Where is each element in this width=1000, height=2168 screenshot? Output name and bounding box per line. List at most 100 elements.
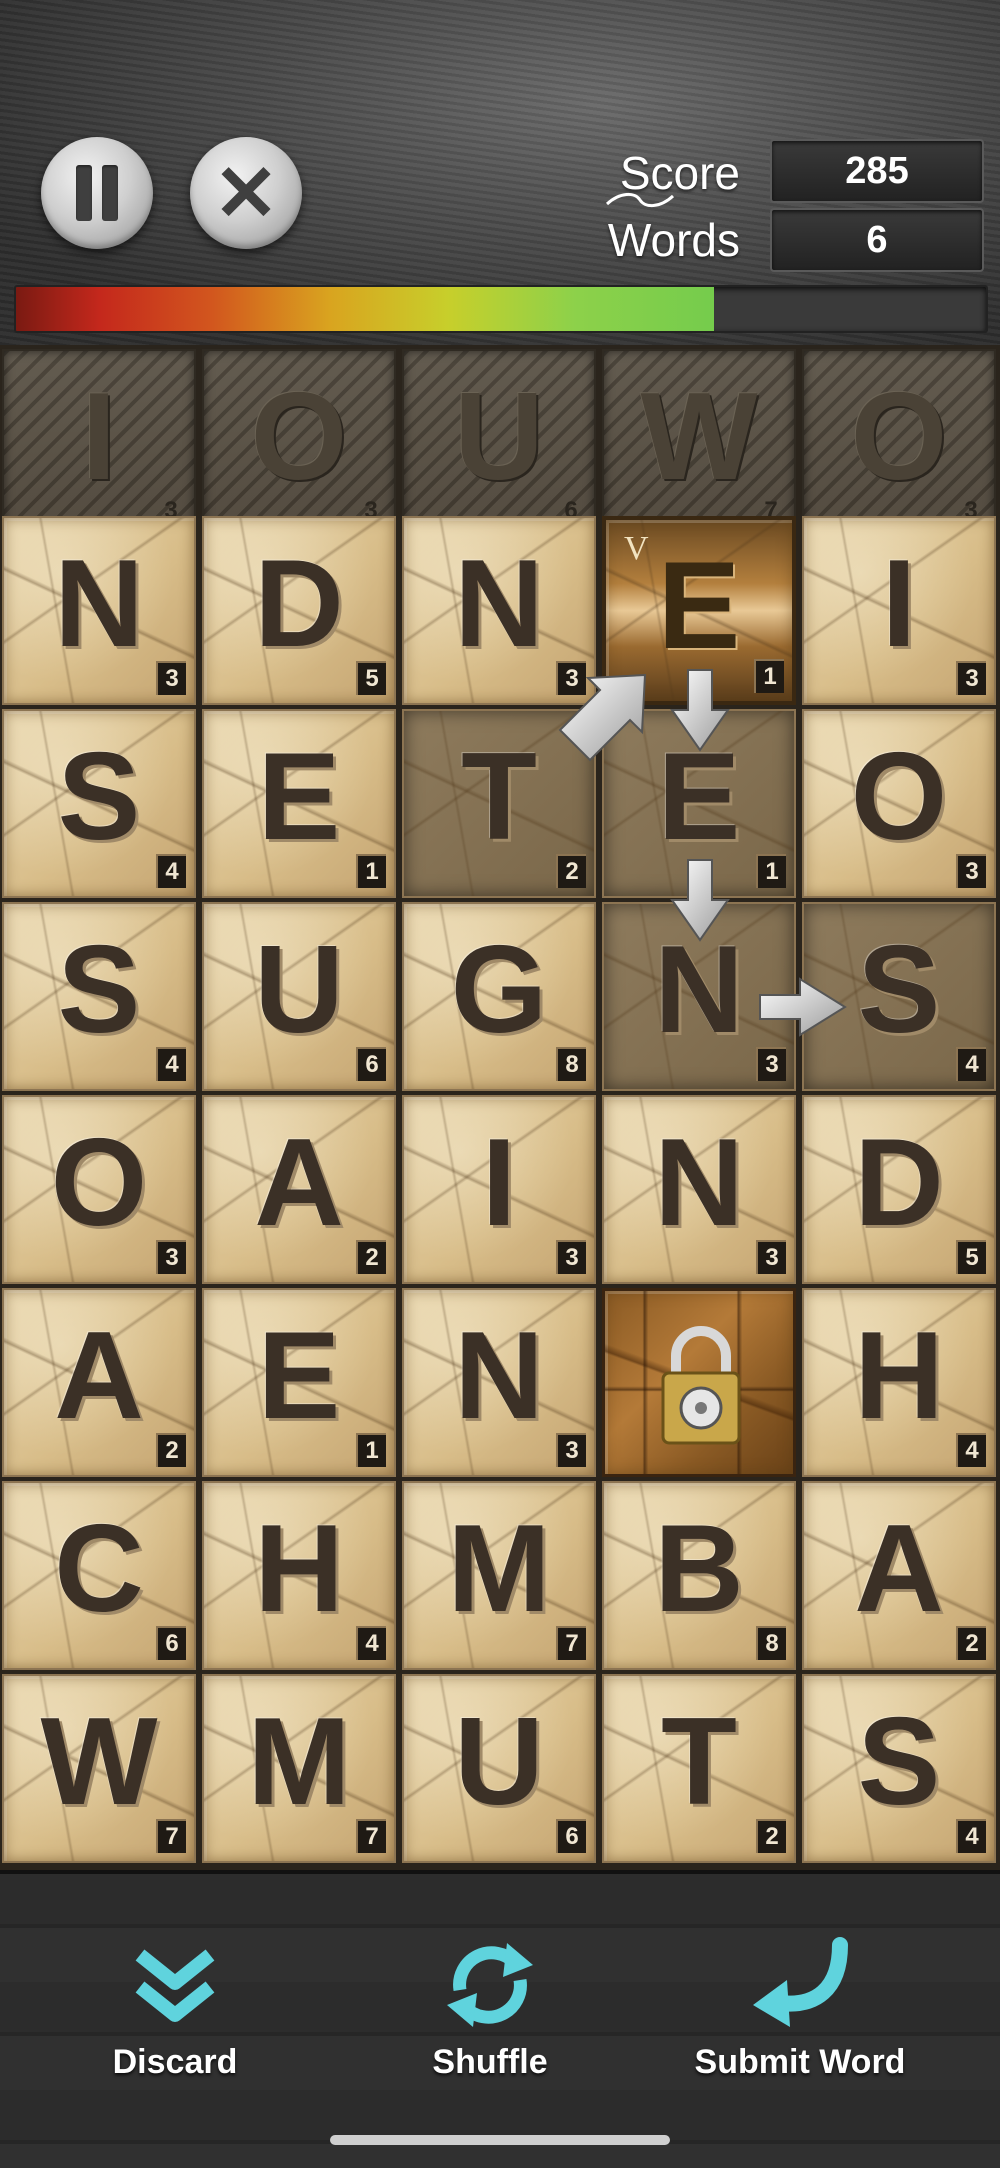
- tile-points: 7: [156, 1819, 186, 1853]
- tile-letter: H: [854, 1307, 944, 1445]
- tile-letter: O: [250, 368, 348, 506]
- tile-letter: T: [461, 728, 537, 866]
- tile-letter: S: [857, 921, 941, 1059]
- tile-letter: M: [247, 1693, 351, 1831]
- submit-word-button[interactable]: Submit Word: [670, 1935, 930, 2082]
- tile-points: 2: [356, 1240, 386, 1274]
- preview-tile[interactable]: O3: [802, 349, 996, 538]
- close-button[interactable]: ✕: [190, 137, 302, 249]
- letter-tile[interactable]: O3: [802, 709, 996, 898]
- tile-points: 1: [356, 1433, 386, 1467]
- letter-tile[interactable]: N3: [402, 516, 596, 705]
- tile-letter: I: [481, 1114, 517, 1252]
- letter-tile[interactable]: U6: [202, 902, 396, 1091]
- tile-points: 4: [156, 854, 186, 888]
- tile-letter: O: [50, 1114, 148, 1252]
- letter-tile[interactable]: G8: [402, 902, 596, 1091]
- tile-points: 3: [756, 1240, 786, 1274]
- letter-tile[interactable]: U6: [402, 1674, 596, 1863]
- tile-points: 2: [956, 1626, 986, 1660]
- tile-points: 6: [156, 1626, 186, 1660]
- letter-tile[interactable]: A2: [2, 1288, 196, 1477]
- tile-points: 4: [156, 1047, 186, 1081]
- tile-points: 8: [556, 1047, 586, 1081]
- tile-letter: E: [257, 728, 341, 866]
- pause-button[interactable]: [41, 137, 153, 249]
- letter-tile[interactable]: N3: [602, 1095, 796, 1284]
- letter-tile[interactable]: T2: [602, 1674, 796, 1863]
- preview-tile[interactable]: O3: [202, 349, 396, 538]
- letter-tile[interactable]: E1: [202, 709, 396, 898]
- tile-points: 8: [756, 1626, 786, 1660]
- preview-tile[interactable]: W7: [602, 349, 796, 538]
- letter-tile[interactable]: E1: [602, 709, 796, 898]
- tile-letter: D: [254, 535, 344, 673]
- letter-tile[interactable]: M7: [202, 1674, 396, 1863]
- tile-letter: S: [857, 1693, 941, 1831]
- letter-tile[interactable]: S4: [802, 902, 996, 1091]
- letter-tile[interactable]: N3: [402, 1288, 596, 1477]
- tile-points: 4: [956, 1819, 986, 1853]
- letter-tile[interactable]: B8: [602, 1481, 796, 1670]
- letter-tile[interactable]: W7: [2, 1674, 196, 1863]
- tile-points: 6: [356, 1047, 386, 1081]
- tile-letter: S: [57, 921, 141, 1059]
- letter-tile[interactable]: N3: [2, 516, 196, 705]
- letter-tile[interactable]: D5: [802, 1095, 996, 1284]
- tile-points: 6: [556, 1819, 586, 1853]
- letter-tile[interactable]: H4: [202, 1481, 396, 1670]
- preview-tile[interactable]: U6: [402, 349, 596, 538]
- letter-tile[interactable]: A2: [202, 1095, 396, 1284]
- tile-letter: W: [640, 368, 758, 506]
- tile-points: 1: [756, 854, 786, 888]
- tile-letter: G: [450, 921, 548, 1059]
- letter-tile[interactable]: VE1: [602, 516, 796, 705]
- tile-points: 7: [556, 1626, 586, 1660]
- close-icon: ✕: [213, 149, 279, 237]
- letter-tile[interactable]: I3: [402, 1095, 596, 1284]
- tile-letter: A: [254, 1114, 344, 1252]
- letter-tile[interactable]: O3: [2, 1095, 196, 1284]
- tile-letter: I: [881, 535, 917, 673]
- letter-tile[interactable]: C6: [2, 1481, 196, 1670]
- tile-points: 1: [356, 854, 386, 888]
- letter-tile[interactable]: T2: [402, 709, 596, 898]
- tile-letter: N: [54, 535, 144, 673]
- curved-arrow-back-icon: [753, 1937, 848, 2027]
- tile-letter: B: [654, 1500, 744, 1638]
- tile-points: 2: [156, 1433, 186, 1467]
- tile-points: 7: [356, 1819, 386, 1853]
- letter-tile[interactable]: N3: [602, 902, 796, 1091]
- letter-tile[interactable]: S4: [802, 1674, 996, 1863]
- letter-tile[interactable]: S4: [2, 902, 196, 1091]
- tile-letter: U: [454, 1693, 544, 1831]
- divider-swirl: [605, 193, 675, 207]
- tile-letter: H: [254, 1500, 344, 1638]
- preview-tile[interactable]: I3: [2, 349, 196, 538]
- tile-letter: W: [40, 1693, 158, 1831]
- tile-points: 3: [156, 661, 186, 695]
- letter-tile[interactable]: A2: [802, 1481, 996, 1670]
- letter-tile[interactable]: D5: [202, 516, 396, 705]
- tile-letter: E: [257, 1307, 341, 1445]
- submit-word-label: Submit Word: [694, 2043, 906, 2081]
- letter-tile[interactable]: I3: [802, 516, 996, 705]
- letter-tile[interactable]: [602, 1288, 796, 1477]
- tile-points: 4: [356, 1626, 386, 1660]
- letter-tile[interactable]: E1: [202, 1288, 396, 1477]
- tile-points: 3: [156, 1240, 186, 1274]
- letter-tile[interactable]: S4: [2, 709, 196, 898]
- letter-tile[interactable]: H4: [802, 1288, 996, 1477]
- tile-letter: M: [447, 1500, 551, 1638]
- shuffle-button[interactable]: Shuffle: [420, 1935, 560, 2082]
- tile-points: 3: [556, 661, 586, 695]
- tile-points: 4: [956, 1433, 986, 1467]
- tile-letter: N: [454, 1307, 544, 1445]
- tile-points: 3: [556, 1433, 586, 1467]
- discard-button[interactable]: Discard: [105, 1935, 245, 2082]
- letter-tile[interactable]: M7: [402, 1481, 596, 1670]
- tile-letter: E: [657, 537, 741, 675]
- words-value: 6: [770, 208, 984, 272]
- tile-letter: S: [57, 728, 141, 866]
- shuffle-arrows-icon: [447, 1943, 533, 2027]
